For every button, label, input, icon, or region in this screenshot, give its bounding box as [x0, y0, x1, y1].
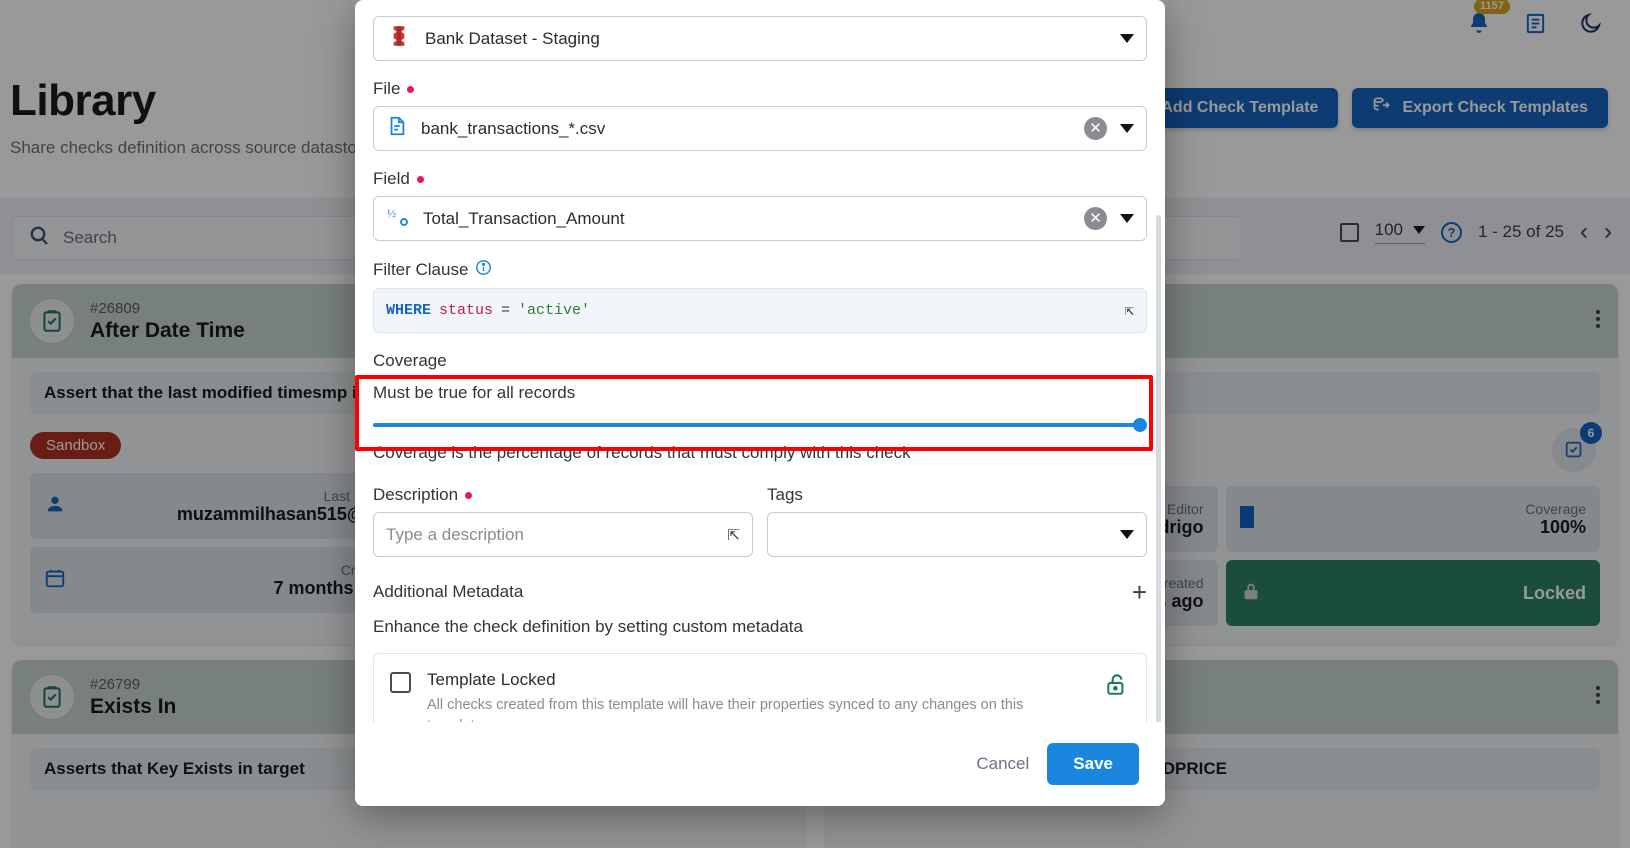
chevron-down-icon[interactable]	[1120, 124, 1134, 133]
coverage-section: Must be true for all records Coverage is…	[355, 375, 1153, 463]
sql-column: status	[439, 302, 494, 319]
coverage-top-text: Must be true for all records	[373, 383, 576, 402]
clear-file-icon[interactable]: ✕	[1084, 117, 1107, 140]
file-label: File	[373, 79, 1147, 99]
template-locked-checkbox[interactable]	[390, 672, 411, 693]
chevron-down-icon[interactable]	[1120, 530, 1134, 539]
additional-metadata-title: Additional Metadata	[373, 582, 524, 601]
required-dot-icon	[416, 175, 424, 183]
tags-label: Tags	[767, 485, 1147, 505]
slider-thumb[interactable]	[1133, 418, 1147, 432]
description-label-text: Description	[373, 485, 459, 504]
file-select[interactable]: bank_transactions_*.csv ✕	[373, 106, 1147, 151]
additional-metadata-subtitle: Enhance the check definition by setting …	[373, 617, 803, 636]
unlock-icon	[1104, 670, 1130, 703]
sql-operator: =	[501, 302, 511, 319]
clear-field-icon[interactable]: ✕	[1084, 207, 1107, 230]
additional-metadata-header: Additional Metadata +	[373, 579, 1147, 605]
required-dot-icon	[407, 85, 415, 93]
modal-scrollbar[interactable]	[1156, 215, 1161, 775]
cancel-button[interactable]: Cancel	[976, 754, 1029, 774]
chevron-down-icon[interactable]	[1120, 214, 1134, 223]
filter-clause-editor[interactable]: WHERE status = 'active' ⇱	[373, 288, 1147, 333]
filter-clause-label-text: Filter Clause	[373, 260, 469, 279]
description-label: Description	[373, 485, 753, 505]
sql-literal: 'active'	[518, 302, 591, 319]
svg-text:½: ½	[387, 206, 396, 220]
expand-icon[interactable]: ⇱	[727, 526, 740, 544]
field-label-text: Field	[373, 169, 410, 188]
datastore-icon	[386, 23, 412, 54]
file-value: bank_transactions_*.csv	[421, 118, 606, 138]
add-metadata-icon[interactable]: +	[1132, 579, 1147, 605]
description-placeholder: Type a description	[386, 524, 524, 544]
numeric-field-icon: ½	[386, 204, 410, 233]
info-icon[interactable]	[475, 259, 492, 281]
save-button[interactable]: Save	[1047, 743, 1139, 785]
modal-body: Bank Dataset - Staging File bank_transac…	[355, 0, 1165, 775]
template-locked-title: Template Locked	[427, 670, 556, 689]
datastore-select[interactable]: Bank Dataset - Staging	[373, 16, 1147, 61]
expand-icon[interactable]: ⇱	[1125, 301, 1134, 320]
coverage-label-text: Coverage	[373, 351, 447, 370]
field-value: Total_Transaction_Amount	[423, 208, 625, 228]
description-input[interactable]: Type a description ⇱	[373, 512, 753, 557]
coverage-label: Coverage	[373, 351, 1147, 371]
datastore-value: Bank Dataset - Staging	[425, 28, 600, 48]
sql-keyword: WHERE	[386, 302, 432, 319]
coverage-slider[interactable]	[373, 414, 1147, 436]
tags-select[interactable]	[767, 512, 1147, 557]
tags-label-text: Tags	[767, 485, 803, 504]
file-icon	[386, 114, 408, 143]
edit-check-template-modal: Bank Dataset - Staging File bank_transac…	[355, 0, 1165, 806]
modal-footer: Cancel Save	[355, 722, 1165, 806]
description-tags-row: Description Type a description ⇱ Tags	[373, 475, 1147, 557]
slider-track	[373, 423, 1147, 427]
coverage-help-text: Coverage is the percentage of records th…	[373, 443, 911, 462]
chevron-down-icon[interactable]	[1120, 34, 1134, 43]
required-dot-icon	[465, 491, 473, 499]
field-select[interactable]: ½ Total_Transaction_Amount ✕	[373, 196, 1147, 241]
file-label-text: File	[373, 79, 401, 98]
field-label: Field	[373, 169, 1147, 189]
filter-clause-label: Filter Clause	[373, 259, 1147, 281]
